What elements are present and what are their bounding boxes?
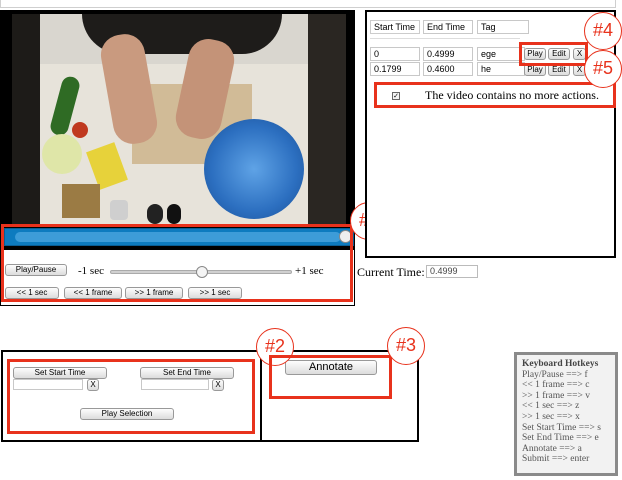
hotkeys-title: Keyboard Hotkeys bbox=[522, 359, 599, 369]
header-end-time: End Time bbox=[423, 20, 473, 34]
callout-5: #5 bbox=[584, 50, 622, 88]
hotkey-row: Set Start Time ==> s bbox=[522, 422, 601, 433]
selection-panel-divider bbox=[260, 350, 262, 442]
hotkey-row: << 1 frame ==> c bbox=[522, 380, 590, 391]
video-frame-wall-left bbox=[12, 14, 40, 226]
row-2-end-field[interactable]: 0.4600 bbox=[423, 62, 473, 76]
hotkey-row: >> 1 frame ==> v bbox=[522, 390, 590, 401]
top-bar bbox=[0, 0, 616, 8]
highlight-box-4 bbox=[519, 42, 588, 66]
hotkey-row: Submit ==> enter bbox=[522, 454, 590, 465]
video-frame-tomato bbox=[72, 122, 88, 138]
row-2-tag-field[interactable]: he bbox=[477, 62, 525, 76]
video-frame-bottle bbox=[167, 204, 181, 224]
highlight-box-1 bbox=[1, 224, 353, 302]
video-frame-wall-right bbox=[308, 14, 346, 226]
hotkey-row: << 1 sec ==> z bbox=[522, 401, 580, 412]
video-frame-cup bbox=[110, 200, 128, 220]
header-start-time: Start Time bbox=[370, 20, 420, 34]
current-time-label: Current Time: bbox=[357, 265, 425, 279]
hotkey-row: Set End Time ==> e bbox=[522, 433, 599, 444]
highlight-box-3 bbox=[269, 355, 392, 399]
video-frame-lettuce bbox=[42, 134, 82, 174]
video-player[interactable] bbox=[12, 14, 346, 226]
video-frame-crate bbox=[62, 184, 100, 218]
row-1-start-field[interactable]: 0 bbox=[370, 47, 420, 61]
highlight-box-5 bbox=[374, 82, 616, 108]
hotkey-row: Annotate ==> a bbox=[522, 443, 582, 454]
row-1-end-field[interactable]: 0.4999 bbox=[423, 47, 473, 61]
video-frame-bowl bbox=[204, 119, 304, 219]
callout-3: #3 bbox=[387, 327, 425, 365]
row-1-tag-field[interactable]: ege bbox=[477, 47, 525, 61]
header-divider bbox=[370, 38, 520, 39]
hotkey-row: Play/Pause ==> f bbox=[522, 369, 588, 380]
keyboard-hotkeys-panel: Keyboard Hotkeys Play/Pause ==> f << 1 f… bbox=[514, 352, 618, 476]
callout-4: #4 bbox=[584, 12, 622, 50]
hotkey-row: >> 1 sec ==> x bbox=[522, 411, 580, 422]
highlight-box-2 bbox=[7, 359, 255, 434]
row-2-start-field[interactable]: 0.1799 bbox=[370, 62, 420, 76]
video-frame-bottle bbox=[147, 204, 163, 224]
header-tag: Tag bbox=[477, 20, 529, 34]
current-time-field: 0.4999 bbox=[426, 265, 478, 278]
